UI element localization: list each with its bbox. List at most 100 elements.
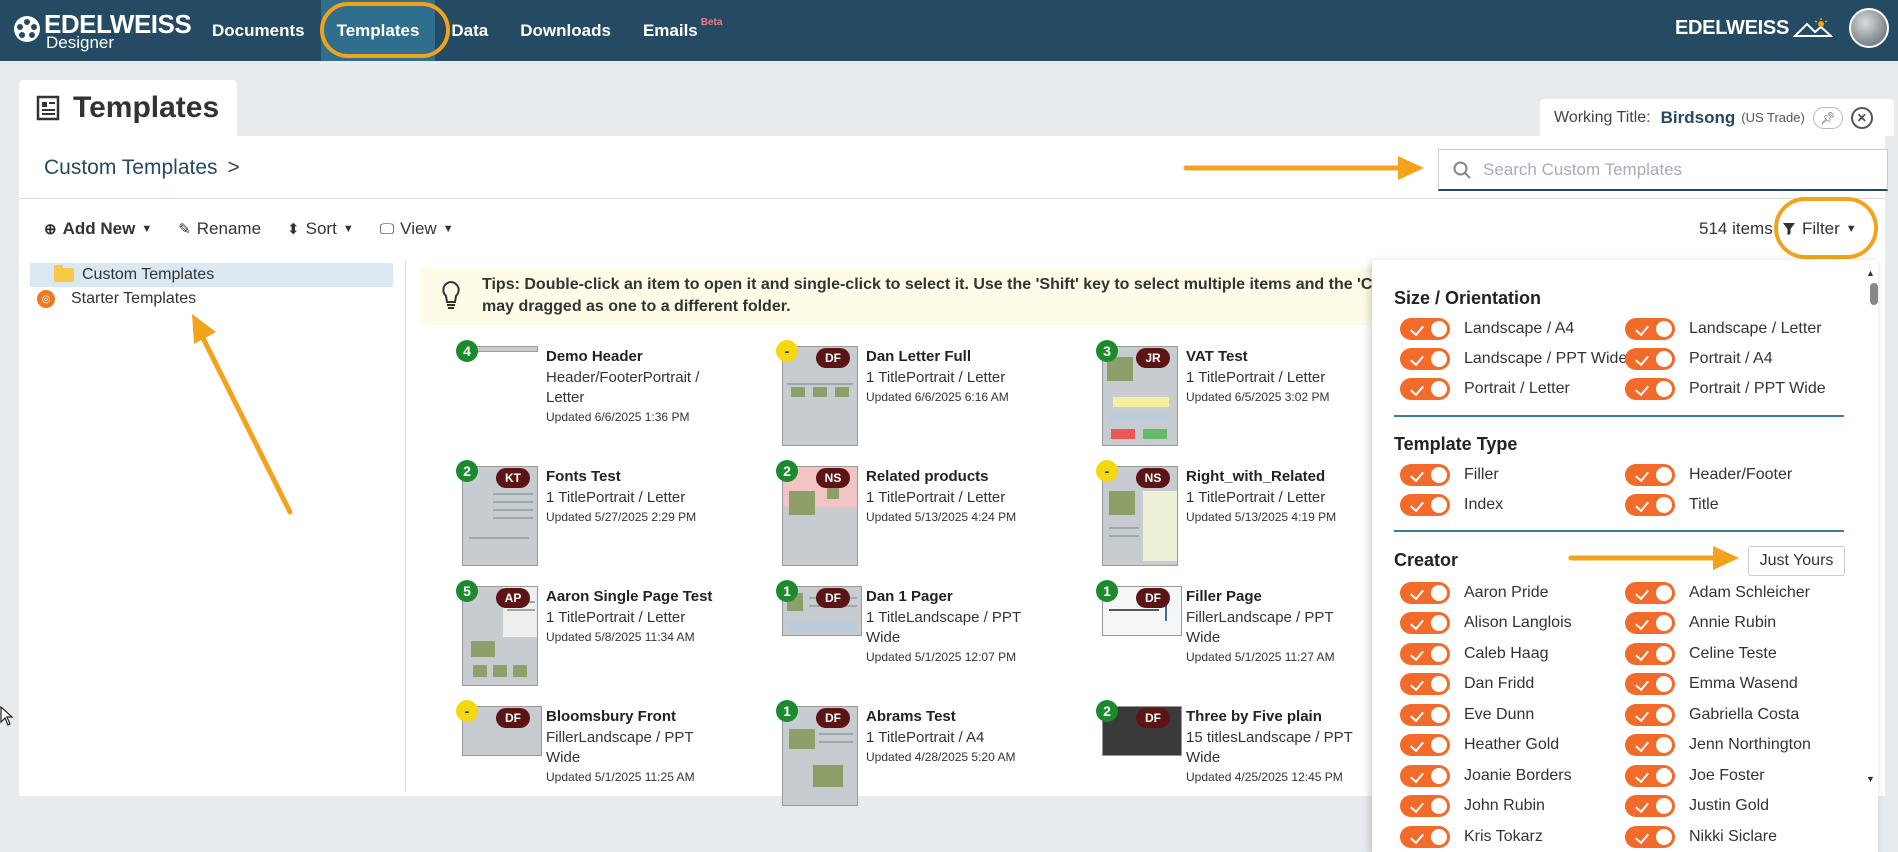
search-input[interactable] (1483, 159, 1863, 180)
toggle-switch[interactable] (1625, 464, 1675, 486)
rename-button[interactable]: ✎ Rename (178, 219, 261, 239)
nav-data[interactable]: Data (435, 0, 504, 61)
toggle-switch[interactable] (1625, 673, 1675, 695)
toggle-creator[interactable]: Annie Rubin (1625, 612, 1776, 634)
working-title-value[interactable]: Birdsong (1661, 108, 1736, 128)
template-card-vat-test[interactable]: 3 JR VAT Test 1 TitlePortrait / Letter U… (1096, 340, 1402, 456)
toggle-switch[interactable] (1625, 582, 1675, 604)
toggle-switch[interactable] (1400, 318, 1450, 340)
toggle-switch[interactable] (1625, 704, 1675, 726)
toggle-creator[interactable]: John Rubin (1400, 795, 1545, 817)
filter-button[interactable]: Filter ▼ (1782, 219, 1857, 239)
pin-icon[interactable]: 📌︎ (1812, 106, 1843, 129)
toggle-switch[interactable] (1625, 643, 1675, 665)
template-card-dan-letter-full[interactable]: - DF Dan Letter Full 1 TitlePortrait / L… (776, 340, 1082, 456)
nav-data-label: Data (451, 20, 489, 40)
toggle-creator[interactable]: Celine Teste (1625, 643, 1777, 665)
toggle-header-footer[interactable]: Header/Footer (1625, 464, 1792, 486)
toggle-creator[interactable]: Heather Gold (1400, 734, 1559, 756)
toggle-switch[interactable] (1625, 612, 1675, 634)
toggle-switch[interactable] (1400, 582, 1450, 604)
toggle-creator[interactable]: Gabriella Costa (1625, 704, 1799, 726)
toggle-switch[interactable] (1625, 795, 1675, 817)
toggle-switch[interactable] (1400, 826, 1450, 848)
toggle-switch[interactable] (1400, 795, 1450, 817)
template-card-filler-page[interactable]: 1 DF Filler Page FillerLandscape / PPT W… (1096, 580, 1402, 696)
toggle-creator[interactable]: Alison Langlois (1400, 612, 1572, 634)
toggle-creator[interactable]: Caleb Haag (1400, 643, 1549, 665)
toggle-landscape-ppt-wide[interactable]: Landscape / PPT Wide (1400, 348, 1627, 370)
toggle-creator[interactable]: Emma Wasend (1625, 673, 1798, 695)
toggle-portrait-a4[interactable]: Portrait / A4 (1625, 348, 1773, 370)
toggle-switch[interactable] (1625, 765, 1675, 787)
toggle-creator[interactable]: Adam Schleicher (1625, 582, 1810, 604)
toggle-switch[interactable] (1625, 318, 1675, 340)
close-icon[interactable]: ✕ (1850, 106, 1873, 129)
toggle-switch[interactable] (1625, 734, 1675, 756)
template-card-bloomsbury-front[interactable]: - DF Bloomsbury Front FillerLandscape / … (456, 700, 762, 816)
brand-logo[interactable]: EDELWEISS Designer (12, 10, 192, 52)
template-card-fonts-test[interactable]: 2 KT Fonts Test 1 TitlePortrait / Letter… (456, 460, 762, 576)
template-card-aaron-single-page-test[interactable]: 5 AP Aaron Single Page Test 1 TitlePortr… (456, 580, 762, 696)
toggle-creator[interactable]: Kris Tokarz (1400, 826, 1543, 848)
toggle-portrait-letter[interactable]: Portrait / Letter (1400, 378, 1570, 400)
template-card-related-products[interactable]: 2 NS Related products 1 TitlePortrait / … (776, 460, 1082, 576)
toggle-label: Alison Langlois (1464, 614, 1572, 631)
toggle-creator[interactable]: Jenn Northington (1625, 734, 1811, 756)
toggle-switch[interactable] (1625, 378, 1675, 400)
card-updated: Updated 5/1/2025 11:27 AM (1186, 650, 1335, 664)
toggle-switch[interactable] (1400, 765, 1450, 787)
tree-item-custom-templates[interactable]: Custom Templates (30, 263, 393, 287)
toggle-switch[interactable] (1400, 378, 1450, 400)
toggle-switch[interactable] (1400, 643, 1450, 665)
add-new-button[interactable]: ⊕ Add New ▼ (44, 219, 152, 239)
toggle-landscape-letter[interactable]: Landscape / Letter (1625, 318, 1822, 340)
toggle-landscape-a4[interactable]: Landscape / A4 (1400, 318, 1574, 340)
toggle-switch[interactable] (1625, 494, 1675, 516)
toggle-switch[interactable] (1625, 826, 1675, 848)
toggle-title[interactable]: Title (1625, 494, 1719, 516)
chevron-down-icon: ▼ (342, 223, 354, 235)
just-yours-button[interactable]: Just Yours (1748, 546, 1845, 576)
toggle-creator[interactable]: Aaron Pride (1400, 582, 1549, 604)
toggle-portrait-ppt-wide[interactable]: Portrait / PPT Wide (1625, 378, 1826, 400)
toggle-switch[interactable] (1400, 612, 1450, 634)
template-card-demo-header[interactable]: 4 Demo Header Header/FooterPortrait / Le… (456, 340, 762, 456)
toggle-creator[interactable]: Eve Dunn (1400, 704, 1534, 726)
template-card-dan-1-pager[interactable]: 1 DF Dan 1 Pager 1 TitleLandscape / PPT … (776, 580, 1082, 696)
chevron-down-icon: ▼ (442, 223, 454, 235)
toggle-creator[interactable]: Dan Fridd (1400, 673, 1534, 695)
breadcrumb-current[interactable]: Custom Templates (44, 156, 218, 179)
nav-templates[interactable]: Templates (320, 0, 436, 61)
nav-emails[interactable]: Emails Beta (627, 0, 739, 61)
toggle-creator[interactable]: Joe Foster (1625, 765, 1765, 787)
tree-item-starter-templates[interactable]: ◎ Starter Templates (30, 287, 393, 311)
working-title-sub: (US Trade) (1741, 110, 1805, 125)
nav-documents[interactable]: Documents (196, 0, 321, 61)
nav-downloads[interactable]: Downloads (504, 0, 627, 61)
card-title: Related products (866, 468, 989, 485)
sort-button[interactable]: ⬍ Sort ▼ (287, 219, 354, 239)
template-card-right-with-related[interactable]: - NS Right_with_Related 1 TitlePortrait … (1096, 460, 1402, 576)
template-card-three-by-five-plain[interactable]: 2 DF Three by Five plain 15 titlesLandsc… (1096, 700, 1402, 816)
toggle-switch[interactable] (1400, 673, 1450, 695)
toggle-switch[interactable] (1400, 464, 1450, 486)
folder-icon (54, 265, 74, 282)
toggle-switch[interactable] (1400, 348, 1450, 370)
toggle-switch[interactable] (1400, 734, 1450, 756)
toggle-creator[interactable]: Nikki Siclare (1625, 826, 1777, 848)
template-card-abrams-test[interactable]: 1 DF Abrams Test 1 TitlePortrait / A4 Up… (776, 700, 1082, 816)
scrollbar-thumb[interactable] (1870, 283, 1878, 305)
toggle-index[interactable]: Index (1400, 494, 1503, 516)
user-avatar[interactable] (1849, 8, 1889, 48)
toggle-filler[interactable]: Filler (1400, 464, 1499, 486)
view-button[interactable]: 🖵︎ View ▼ (380, 219, 454, 239)
toggle-switch[interactable] (1400, 704, 1450, 726)
toggle-switch[interactable] (1400, 494, 1450, 516)
card-updated: Updated 5/13/2025 4:24 PM (866, 510, 1017, 524)
toggle-creator[interactable]: Joanie Borders (1400, 765, 1572, 787)
scroll-up-icon[interactable]: ▲ (1866, 268, 1875, 278)
toggle-creator[interactable]: Justin Gold (1625, 795, 1769, 817)
toggle-switch[interactable] (1625, 348, 1675, 370)
scroll-down-icon[interactable]: ▼ (1866, 774, 1875, 784)
